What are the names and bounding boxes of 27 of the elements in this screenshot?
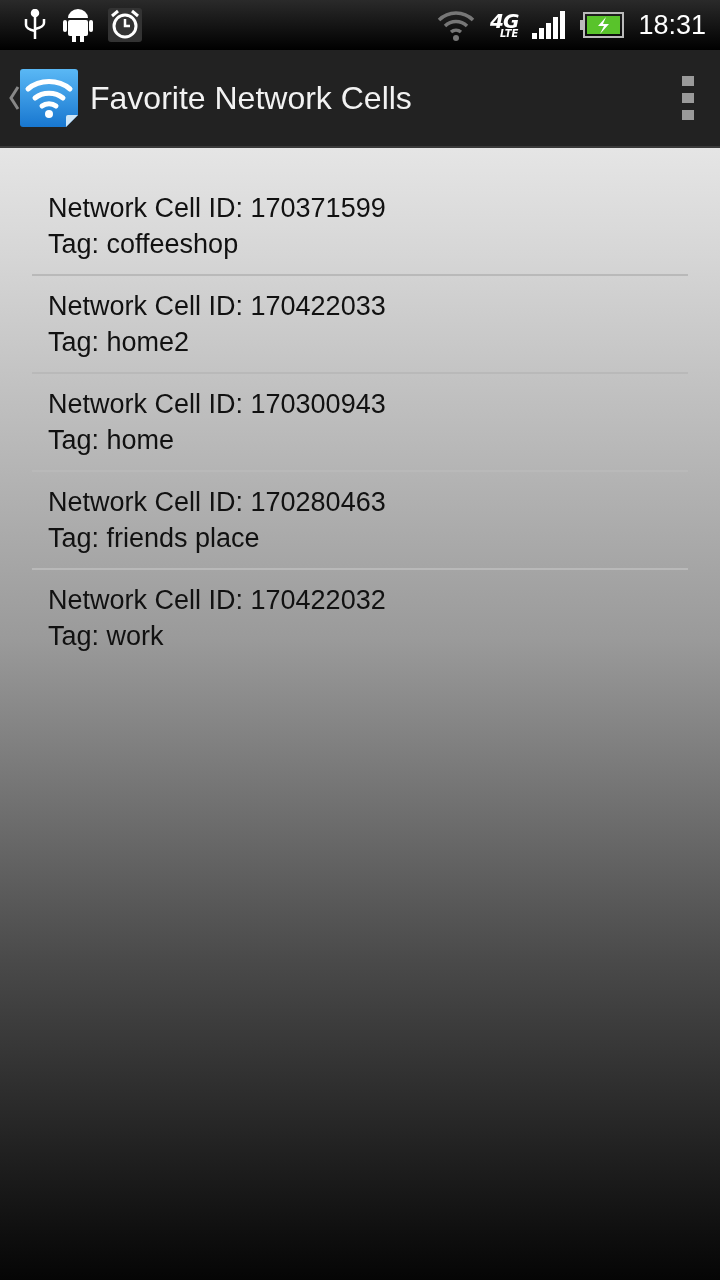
tag-text: Tag: friends place: [48, 522, 261, 554]
cell-list-item[interactable]: Network Cell ID: 170422032 Tag: work: [32, 570, 688, 666]
cell-id-text: Network Cell ID: 170422033: [48, 290, 387, 322]
clock-time: 18:31: [638, 9, 706, 41]
overflow-menu-icon: [682, 76, 694, 120]
wifi-app-icon: [20, 69, 78, 127]
cell-list-item[interactable]: Network Cell ID: 170422033 Tag: home2: [32, 276, 688, 374]
cell-list-item[interactable]: Network Cell ID: 170300943 Tag: home: [32, 374, 688, 472]
cell-id-text: Network Cell ID: 170371599: [48, 192, 387, 224]
android-icon: [62, 8, 94, 42]
tag-text: Tag: coffeeshop: [48, 228, 240, 260]
tag-text: Tag: home2: [48, 326, 191, 358]
tag-text: Tag: work: [48, 620, 165, 652]
tag-text: Tag: home: [48, 424, 176, 456]
cell-list-item[interactable]: Network Cell ID: 170371599 Tag: coffeeshop: [32, 178, 688, 276]
network-type-label: 4G LTE: [490, 11, 519, 39]
signal-icon: [532, 11, 567, 39]
alarm-clock-icon: [108, 8, 142, 42]
cell-list-item[interactable]: Network Cell ID: 170280463 Tag: friends place: [32, 472, 688, 570]
cell-id-text: Network Cell ID: 170422032: [48, 584, 387, 616]
screen-title: Favorite Network Cells: [90, 79, 412, 117]
battery-charging-icon: [580, 12, 625, 38]
back-caret-icon[interactable]: [8, 85, 20, 111]
wifi-icon: [436, 9, 477, 41]
usb-icon: [22, 9, 48, 41]
cell-id-text: Network Cell ID: 170280463: [48, 486, 387, 518]
cell-id-text: Network Cell ID: 170300943: [48, 388, 387, 420]
